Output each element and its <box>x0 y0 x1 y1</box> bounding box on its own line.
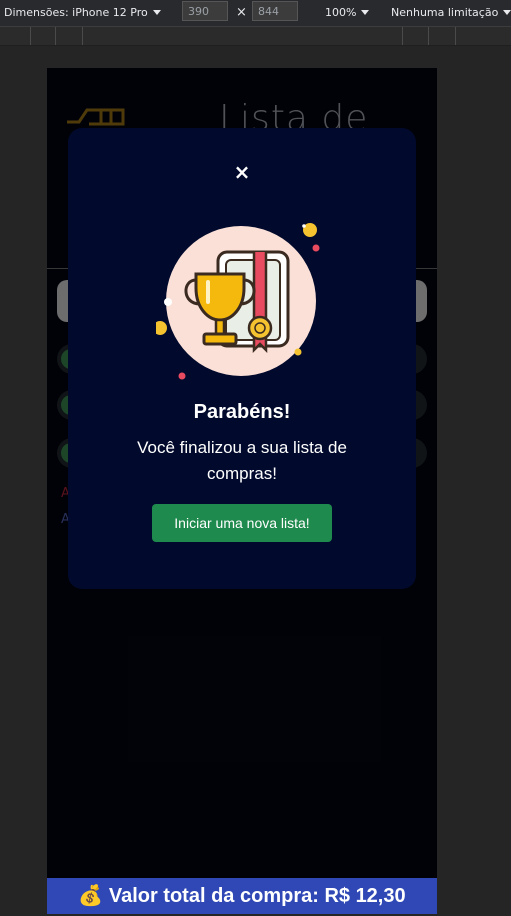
congrats-modal: × Parabéns! Você finalizou a sua lista d… <box>68 128 416 589</box>
times-symbol: × <box>236 5 247 20</box>
devtools-toolbar: Dimensões: iPhone 12 Pro 390 × 844 100% … <box>0 0 511 27</box>
zoom-select[interactable]: 100% <box>325 6 370 19</box>
throttle-select[interactable]: Nenhuma limitação <box>391 6 511 19</box>
height-input[interactable]: 844 <box>252 1 298 21</box>
chevron-down-icon <box>503 10 511 15</box>
chevron-down-icon <box>361 10 370 15</box>
close-button[interactable]: × <box>232 162 252 182</box>
device-select[interactable]: Dimensões: iPhone 12 Pro <box>4 6 161 19</box>
zoom-label: 100% <box>325 6 357 19</box>
device-label: Dimensões: iPhone 12 Pro <box>4 6 148 19</box>
throttle-label: Nenhuma limitação <box>391 6 499 19</box>
chevron-down-icon <box>152 10 161 15</box>
total-bar: 💰 Valor total da compra: R$ 12,30 <box>47 878 437 914</box>
width-input[interactable]: 390 <box>182 1 228 21</box>
modal-message: Você finalizou a sua lista de compras! <box>137 438 347 483</box>
media-query-ruler <box>0 27 511 46</box>
trophy-certificate-icon <box>156 223 320 380</box>
new-list-button[interactable]: Iniciar uma nova lista! <box>152 504 332 542</box>
phone-viewport: Lista de A A × Parabéns! Você finalizou … <box>47 68 437 914</box>
modal-title: Parabéns! <box>193 401 291 423</box>
